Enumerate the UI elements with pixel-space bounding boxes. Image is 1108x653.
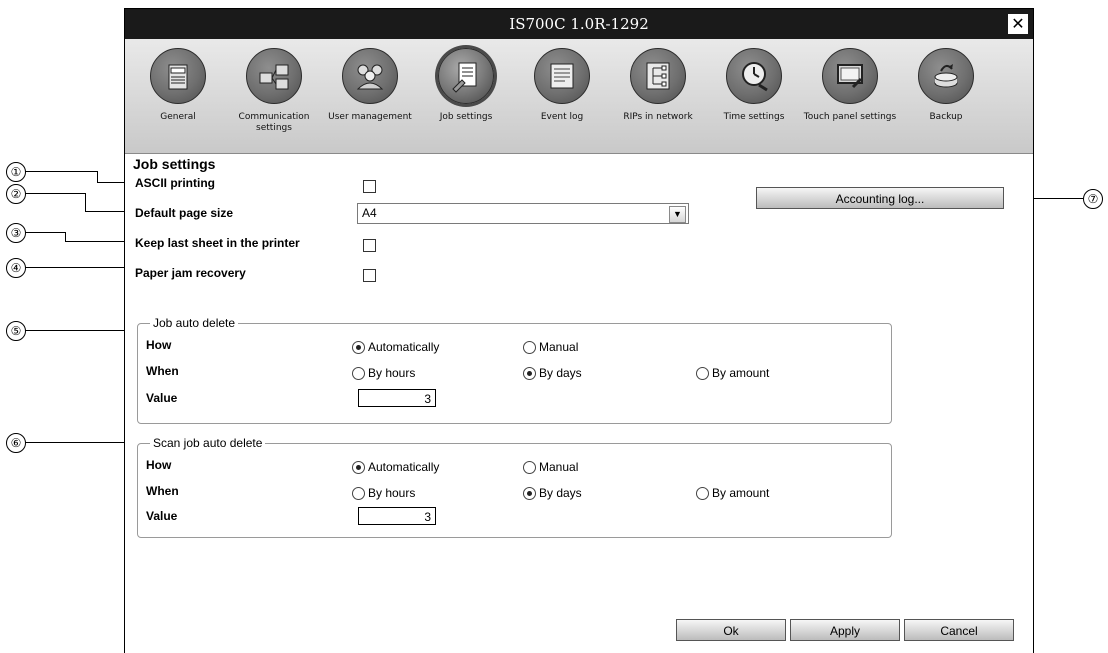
callout-3-line [25, 232, 65, 233]
users-icon [342, 48, 398, 104]
callout-4: ④ [6, 258, 26, 278]
radio-manual-label: Manual [539, 460, 579, 474]
radio-by-amount[interactable] [696, 487, 709, 500]
document-wrench-icon [438, 48, 494, 104]
radio-by-hours-label: By hours [368, 486, 416, 500]
callout-1-line [25, 171, 97, 172]
network-computers-icon [246, 48, 302, 104]
keep-last-sheet-label: Keep last sheet in the printer [135, 236, 300, 250]
clock-icon [726, 48, 782, 104]
value-label: Value [146, 391, 178, 405]
backup-icon [918, 48, 974, 104]
when-label: When [146, 364, 179, 378]
callout-6: ⑥ [6, 433, 26, 453]
settings-toolbar: General Communication settings User mana… [125, 39, 1033, 154]
radio-by-days[interactable] [523, 367, 536, 380]
tab-general-label: General [160, 112, 196, 122]
how-label: How [146, 338, 172, 352]
job-settings-panel: Job settings ASCII printing Default page… [125, 153, 1033, 653]
callout-3: ③ [6, 223, 26, 243]
default-page-size-label: Default page size [135, 206, 234, 220]
radio-manual-label: Manual [539, 340, 579, 354]
how-label: How [146, 458, 172, 472]
rip-printer-icon [150, 48, 206, 104]
network-tree-icon [630, 48, 686, 104]
default-page-size-select[interactable]: A4 ▼ [357, 203, 689, 224]
callout-7: ⑦ [1083, 189, 1103, 209]
scan-job-auto-delete-legend: Scan job auto delete [150, 436, 266, 450]
radio-by-days-label: By days [539, 366, 582, 380]
job-auto-delete-legend: Job auto delete [150, 316, 239, 330]
cancel-button[interactable]: Cancel [904, 619, 1014, 641]
radio-by-hours[interactable] [352, 487, 365, 500]
radio-by-amount[interactable] [696, 367, 709, 380]
tab-communication-settings-label: Communication settings [238, 112, 310, 133]
tab-time-settings-label: Time settings [723, 112, 785, 122]
tab-backup-label: Backup [929, 112, 963, 122]
tab-job-settings-label: Job settings [439, 112, 493, 122]
radio-manual[interactable] [523, 461, 536, 474]
paper-jam-recovery-label: Paper jam recovery [135, 266, 246, 280]
callout-4-line [25, 267, 133, 268]
paper-jam-recovery-checkbox[interactable] [363, 269, 376, 282]
tab-general[interactable]: General [130, 48, 226, 123]
value-input[interactable]: 3 [358, 507, 436, 525]
settings-window: IS700C 1.0R-1292 ✕ General Communication… [124, 8, 1034, 653]
radio-automatically-label: Automatically [368, 460, 440, 474]
page-title: Job settings [133, 156, 216, 172]
tab-rips-in-network[interactable]: RIPs in network [610, 48, 706, 123]
keep-last-sheet-checkbox[interactable] [363, 239, 376, 252]
tab-rips-in-network-label: RIPs in network [623, 112, 693, 122]
when-label: When [146, 484, 179, 498]
tab-touch-panel-settings[interactable]: Touch panel settings [802, 48, 898, 123]
radio-by-amount-label: By amount [712, 366, 770, 380]
radio-by-hours[interactable] [352, 367, 365, 380]
touch-panel-icon [822, 48, 878, 104]
callout-2: ② [6, 184, 26, 204]
tab-event-log-label: Event log [540, 112, 584, 122]
radio-manual[interactable] [523, 341, 536, 354]
scan-job-auto-delete-group: Scan job auto delete How Automatically M… [137, 436, 892, 538]
ok-button[interactable]: Ok [676, 619, 786, 641]
radio-automatically-label: Automatically [368, 340, 440, 354]
job-auto-delete-group: Job auto delete How Automatically Manual… [137, 316, 892, 424]
tab-backup[interactable]: Backup [898, 48, 994, 123]
default-page-size-value: A4 [362, 206, 377, 220]
tab-user-management[interactable]: User management [322, 48, 418, 123]
callout-5: ⑤ [6, 321, 26, 341]
tab-user-management-label: User management [328, 112, 412, 122]
ascii-printing-checkbox[interactable] [363, 180, 376, 193]
value-input[interactable]: 3 [358, 389, 436, 407]
radio-by-amount-label: By amount [712, 486, 770, 500]
tab-communication-settings[interactable]: Communication settings [226, 48, 322, 134]
radio-by-days[interactable] [523, 487, 536, 500]
chevron-down-icon[interactable]: ▼ [669, 206, 686, 223]
value-label: Value [146, 509, 178, 523]
radio-automatically[interactable] [352, 341, 365, 354]
event-log-icon [534, 48, 590, 104]
tab-event-log[interactable]: Event log [514, 48, 610, 123]
close-icon[interactable]: ✕ [1008, 14, 1028, 34]
accounting-log-button[interactable]: Accounting log... [756, 187, 1004, 209]
tab-job-settings[interactable]: Job settings [418, 48, 514, 123]
tab-touch-panel-settings-label: Touch panel settings [803, 112, 897, 122]
title-bar: IS700C 1.0R-1292 ✕ [125, 9, 1033, 39]
callout-1: ① [6, 162, 26, 182]
radio-by-days-label: By days [539, 486, 582, 500]
radio-automatically[interactable] [352, 461, 365, 474]
radio-by-hours-label: By hours [368, 366, 416, 380]
ascii-printing-label: ASCII printing [135, 176, 215, 190]
callout-2-line [25, 193, 85, 194]
apply-button[interactable]: Apply [790, 619, 900, 641]
window-title: IS700C 1.0R-1292 [509, 15, 649, 33]
tab-time-settings[interactable]: Time settings [706, 48, 802, 123]
